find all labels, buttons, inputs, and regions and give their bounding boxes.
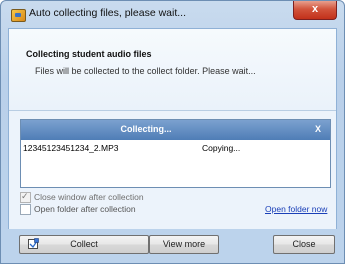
open-folder-now-link[interactable]: Open folder now [265,204,327,214]
collecting-panel-close-button[interactable]: X [311,124,325,134]
open-after-collection-checkbox[interactable] [20,204,31,215]
close-after-collection-checkbox[interactable] [20,191,31,203]
view-more-button[interactable]: View more [149,235,219,254]
header-panel: Collecting student audio files Files wil… [9,29,336,110]
collect-button-label: Collect [70,239,98,249]
window-title: Auto collecting files, please wait... [29,7,186,19]
close-after-collection-label: Close window after collection [34,192,144,202]
header-title: Collecting student audio files [26,49,152,59]
app-icon [11,9,26,22]
file-row: 12345123451234_2.MP3 Copying... [23,143,328,155]
collecting-panel-header: Collecting... X [21,120,330,140]
file-name: 12345123451234_2.MP3 [23,143,119,153]
title-bar[interactable]: Auto collecting files, please wait... x [1,1,344,27]
open-after-collection-label: Open folder after collection [34,204,136,214]
collecting-panel-title: Collecting... [120,124,172,134]
window-close-button[interactable]: x [293,1,337,20]
dialog-content: Collecting student audio files Files wil… [8,28,337,256]
collect-dialog-window: Auto collecting files, please wait... x … [0,0,345,264]
header-divider [9,110,336,111]
collecting-panel: Collecting... X 12345123451234_2.MP3 Cop… [20,119,331,188]
button-bar: Collect View more Close [1,229,344,263]
collect-button[interactable]: Collect [19,235,149,254]
file-status: Copying... [202,143,241,153]
header-description: Files will be collected to the collect f… [35,66,256,76]
close-button[interactable]: Close [273,235,335,254]
collect-icon [28,238,39,249]
